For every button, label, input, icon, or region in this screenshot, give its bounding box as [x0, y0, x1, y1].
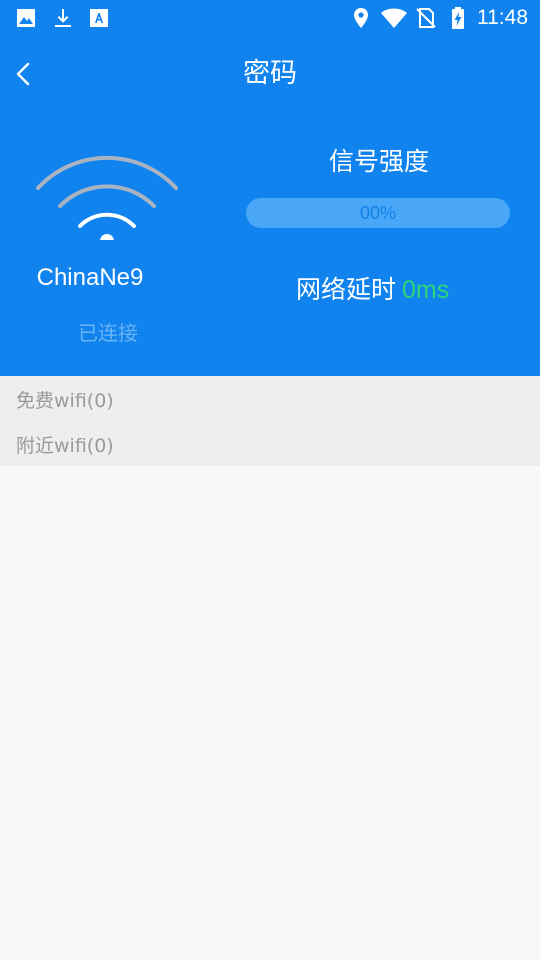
- wifi-list-area: [0, 466, 540, 960]
- signal-strength-percent: 00%: [359, 203, 397, 223]
- image-icon: [17, 9, 35, 27]
- network-panel: ChinaNe9 已连接 信号强度 00% 网络延时 0ms: [0, 112, 540, 376]
- signal-strength-bar: 00%: [246, 198, 510, 228]
- no-sim-icon: [416, 8, 436, 28]
- location-icon: [354, 8, 368, 28]
- nearby-wifi-section[interactable]: 附近wifi(0): [0, 421, 540, 466]
- battery-charging-icon: [452, 7, 464, 29]
- page-title: 密码: [243, 58, 297, 89]
- download-icon: [55, 9, 71, 27]
- connection-status: 已连接: [78, 321, 138, 345]
- network-latency-value: 0ms: [402, 276, 450, 304]
- nearby-wifi-label: 附近wifi(0): [16, 435, 114, 457]
- free-wifi-section[interactable]: 免费wifi(0): [0, 376, 540, 421]
- signal-strength-label: 信号强度: [328, 147, 429, 176]
- wifi-icon: [36, 155, 178, 240]
- font-a-icon: [90, 9, 108, 27]
- status-bar: 11:48: [0, 0, 540, 36]
- network-latency-label: 网络延时: [296, 275, 397, 304]
- network-latency: 网络延时 0ms: [296, 270, 449, 306]
- app-bar: 密码: [0, 36, 540, 112]
- wifi-icon: [381, 8, 407, 28]
- status-time: 11:48: [477, 6, 528, 29]
- free-wifi-label: 免费wifi(0): [16, 390, 114, 412]
- wifi-ssid: ChinaNe9: [36, 264, 144, 291]
